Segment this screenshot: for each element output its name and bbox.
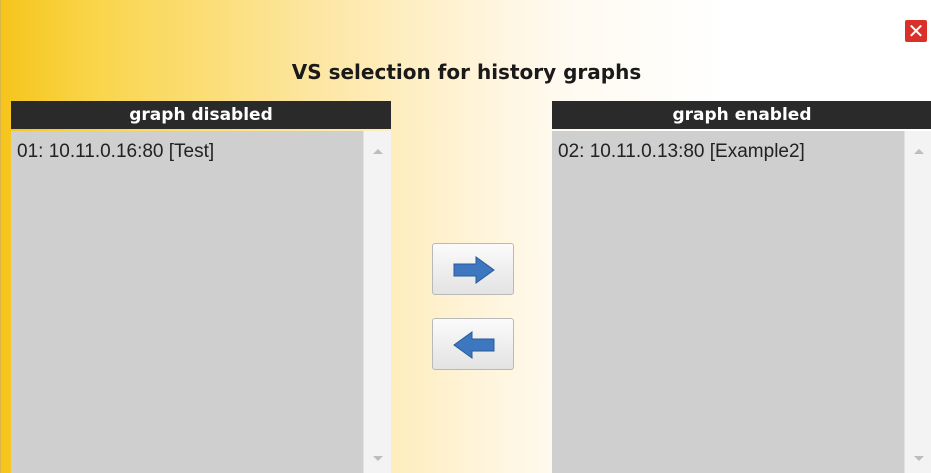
scroll-up-icon[interactable] (914, 149, 924, 154)
scroll-up-icon[interactable] (373, 149, 383, 154)
scrollbar[interactable] (363, 131, 391, 473)
scrollbar[interactable] (904, 131, 931, 473)
list-item[interactable]: 01: 10.11.0.16:80 [Test] (17, 141, 214, 163)
graph-enabled-list[interactable]: 02: 10.11.0.13:80 [Example2] (552, 131, 931, 473)
list-item[interactable]: 02: 10.11.0.13:80 [Example2] (558, 141, 805, 163)
graph-disabled-header: graph disabled (11, 101, 391, 129)
dialog-title: VS selection for history graphs (291, 60, 642, 84)
scroll-down-icon[interactable] (914, 456, 924, 461)
graph-enabled-header: graph enabled (552, 101, 931, 129)
close-icon[interactable]: ✕ (905, 20, 927, 42)
arrow-left-icon (453, 331, 495, 359)
move-right-button[interactable] (432, 243, 514, 295)
arrow-right-icon (453, 256, 495, 284)
move-left-button[interactable] (432, 318, 514, 370)
vs-selection-dialog: ✕ VS selection for history graphs graph … (0, 0, 931, 473)
scroll-down-icon[interactable] (373, 456, 383, 461)
graph-disabled-list[interactable]: 01: 10.11.0.16:80 [Test] (11, 131, 391, 473)
